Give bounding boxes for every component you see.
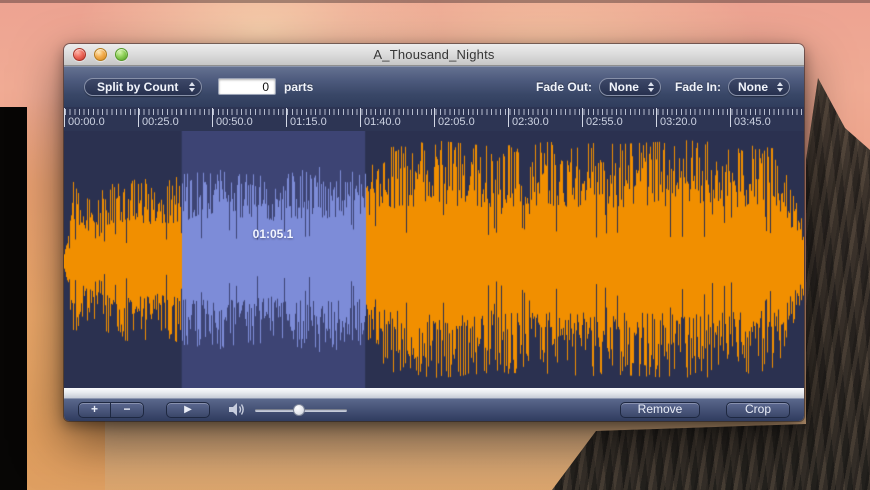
waveform-area[interactable]: 01:05.1 bbox=[64, 131, 804, 388]
selection-time-label: 01:05.1 bbox=[252, 227, 294, 241]
wallpaper-ground bbox=[27, 426, 627, 490]
ruler-tick-label: 02:05.0 bbox=[434, 108, 508, 130]
ruler-labels: 00:00.0 00:25.0 00:50.0 01:15.0 01:40.0 02:05… bbox=[64, 108, 804, 130]
volume-icon bbox=[228, 402, 247, 417]
parts-count-input[interactable] bbox=[218, 78, 276, 95]
fade-in-select[interactable]: None bbox=[728, 77, 790, 96]
ruler-tick-label: 01:40.0 bbox=[360, 108, 434, 130]
minimize-button[interactable] bbox=[94, 48, 107, 61]
desktop-wallpaper: A_Thousand_Nights Split by Count parts F… bbox=[0, 0, 870, 490]
wallpaper-top-shade bbox=[0, 0, 870, 3]
volume-slider[interactable] bbox=[255, 403, 347, 416]
play-icon: ▶ bbox=[184, 404, 192, 415]
updown-arrows-icon bbox=[189, 81, 195, 92]
ruler-tick-label: 00:50.0 bbox=[212, 108, 286, 130]
remove-button[interactable]: Remove bbox=[620, 401, 700, 418]
updown-arrows-icon bbox=[777, 81, 783, 92]
ruler-tick-label: 03:20.0 bbox=[656, 108, 730, 130]
play-button[interactable]: ▶ bbox=[166, 401, 210, 418]
fade-out-select[interactable]: None bbox=[598, 77, 661, 96]
ruler-tick-label: 02:30.0 bbox=[508, 108, 582, 130]
zoom-in-button[interactable]: + bbox=[78, 401, 111, 418]
top-toolbar: Split by Count parts Fade Out: None Fade… bbox=[64, 66, 804, 107]
parts-label: parts bbox=[284, 79, 314, 94]
window-titlebar[interactable]: A_Thousand_Nights bbox=[64, 44, 804, 66]
ruler-tick-label: 00:00.0 bbox=[64, 108, 138, 130]
split-mode-select[interactable]: Split by Count bbox=[84, 77, 202, 96]
zoom-window-button[interactable] bbox=[115, 48, 128, 61]
bottom-toolbar: + − ▶ Remove Crop bbox=[64, 398, 804, 421]
ruler-tick-label: 02:55.0 bbox=[582, 108, 656, 130]
wallpaper-black-edge bbox=[0, 107, 27, 490]
ruler-tick-label: 03:45.0 bbox=[730, 108, 804, 130]
fade-out-label: Fade Out: bbox=[535, 79, 592, 94]
horizontal-scrollbar[interactable] bbox=[64, 387, 804, 398]
volume-slider-knob[interactable] bbox=[293, 403, 306, 416]
fade-in-value: None bbox=[738, 79, 768, 94]
zoom-segmented-control: + − bbox=[78, 401, 144, 418]
fade-in-label: Fade In: bbox=[674, 79, 721, 94]
timeline-ruler[interactable]: 00:00.0 00:25.0 00:50.0 01:15.0 01:40.0 02:05… bbox=[64, 107, 804, 131]
window-title: A_Thousand_Nights bbox=[373, 47, 495, 62]
fade-out-value: None bbox=[608, 79, 639, 94]
zoom-out-button[interactable]: − bbox=[111, 401, 144, 418]
split-mode-value: Split by Count bbox=[97, 79, 179, 94]
updown-arrows-icon bbox=[647, 81, 654, 92]
waveform-canvas[interactable] bbox=[64, 131, 804, 388]
ruler-tick-label: 00:25.0 bbox=[138, 108, 212, 130]
app-window: A_Thousand_Nights Split by Count parts F… bbox=[64, 44, 804, 421]
ruler-tick-label: 01:15.0 bbox=[286, 108, 360, 130]
crop-button[interactable]: Crop bbox=[726, 401, 790, 418]
traffic-lights bbox=[73, 48, 128, 61]
close-button[interactable] bbox=[73, 48, 86, 61]
